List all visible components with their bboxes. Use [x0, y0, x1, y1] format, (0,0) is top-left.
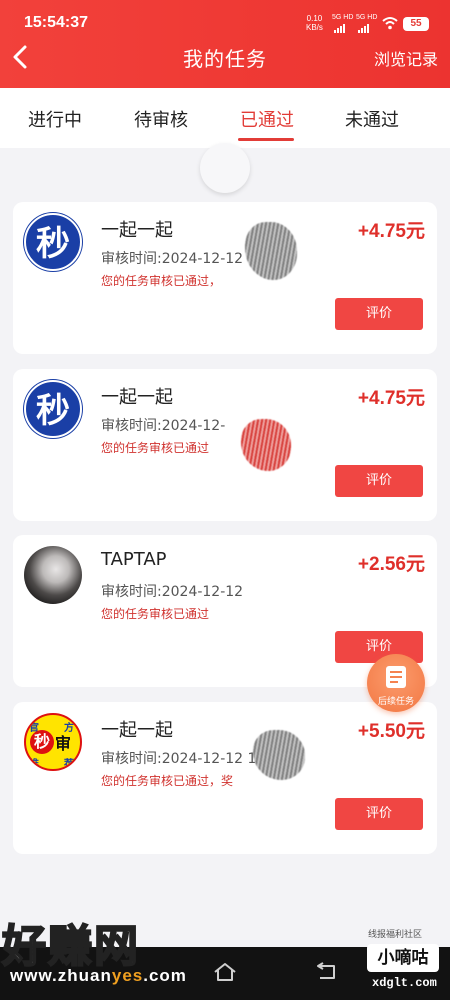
status-time: 15:54:37	[24, 14, 89, 31]
redaction-scribble	[253, 730, 305, 780]
watermark-small: 线报福利社区	[368, 930, 423, 940]
status-bar: 15:54:37 0.10 KB/s 5G HD 5G HD 55	[0, 0, 450, 40]
audit-time: 审核时间:2024-12-12 1	[101, 251, 257, 267]
rate-button[interactable]: 评价	[335, 298, 423, 330]
watermark-title: 好赚网	[1, 920, 140, 973]
tab-rejected[interactable]: 未通过	[345, 106, 399, 132]
follow-up-task-button[interactable]: 后续任务	[367, 654, 425, 712]
redaction-scribble	[241, 419, 291, 471]
task-card[interactable]: 秒 一起一起 审核时间:2024-12-12 1 您的任务审核已通过， +4.7…	[13, 202, 437, 354]
task-reward: +5.50元	[357, 721, 425, 742]
tab-in-progress[interactable]: 进行中	[28, 106, 82, 132]
task-name: 一起一起	[101, 720, 173, 741]
watermark-logo: 小嘀咕	[367, 944, 439, 972]
task-reward: +4.75元	[357, 388, 425, 409]
rate-button[interactable]: 评价	[335, 465, 423, 497]
rate-button[interactable]: 评价	[335, 798, 423, 830]
task-card[interactable]: 秒 一起一起 审核时间:2024-12- 您的任务审核已通过 +4.75元 评价	[13, 369, 437, 521]
task-avatar: 秒	[24, 380, 82, 438]
avatar-char-right: 审	[55, 734, 72, 753]
signal-bars-1-icon	[334, 24, 345, 33]
task-name: 一起一起	[101, 220, 173, 241]
watermark-url-pre: www.zhuan	[10, 966, 112, 985]
active-tab-indicator	[238, 138, 294, 141]
net-speed-value: 0.10	[306, 14, 323, 23]
header: 15:54:37 0.10 KB/s 5G HD 5G HD 55 我的任务 浏…	[0, 0, 450, 88]
watermark-logo-url: xdglt.com	[372, 976, 437, 990]
follow-up-task-label: 后续任务	[377, 697, 414, 707]
redaction-scribble	[245, 222, 297, 280]
audit-time: 审核时间:2024-12-	[101, 418, 226, 434]
avatar-char-center: 秒	[30, 730, 54, 754]
approval-notice: 您的任务审核已通过，	[101, 274, 222, 288]
task-name: TAPTAP	[101, 549, 167, 570]
approval-notice: 您的任务审核已通过	[101, 607, 210, 621]
task-avatar: 秒	[24, 213, 82, 271]
approval-notice: 您的任务审核已通过，奖	[101, 774, 234, 788]
home-icon[interactable]	[212, 962, 238, 982]
nav-back-icon[interactable]	[314, 962, 338, 982]
task-avatar: 官 方 秒 审 推 荐	[24, 713, 82, 771]
net-speed: 0.10 KB/s	[306, 14, 323, 32]
audit-time: 审核时间:2024-12-12	[101, 584, 244, 600]
tab-bar: 进行中 待审核 已通过 未通过	[0, 88, 450, 148]
watermark-url-hl: yes	[111, 966, 144, 985]
task-card[interactable]: 官 方 秒 审 推 荐 一起一起 审核时间:2024-12-12 1 您的任务审…	[13, 702, 437, 854]
tab-approved[interactable]: 已通过	[240, 106, 294, 132]
watermark-url: www.zhuanyes.com	[10, 966, 187, 986]
net-speed-unit: KB/s	[306, 23, 323, 32]
task-reward: +4.75元	[357, 221, 425, 242]
task-avatar	[24, 546, 82, 604]
tab-pending-review[interactable]: 待审核	[134, 106, 188, 132]
watermark-url-post: .com	[143, 966, 187, 985]
task-name: 一起一起	[101, 387, 173, 408]
task-list-icon	[386, 666, 406, 688]
task-reward: +2.56元	[357, 554, 425, 575]
avatar-char-br: 荐	[64, 759, 74, 770]
signal-bars-2-icon	[358, 24, 369, 33]
battery-indicator: 55	[403, 17, 429, 31]
signal-label-1: 5G HD	[332, 14, 354, 21]
avatar-char-bl: 推	[29, 759, 39, 770]
wifi-icon	[382, 17, 398, 30]
browse-history-link[interactable]: 浏览记录	[374, 46, 438, 70]
approval-notice: 您的任务审核已通过	[101, 441, 210, 455]
signal-label-2: 5G HD	[356, 14, 378, 21]
pull-refresh-indicator	[200, 143, 250, 193]
audit-time: 审核时间:2024-12-12 1	[101, 751, 257, 767]
